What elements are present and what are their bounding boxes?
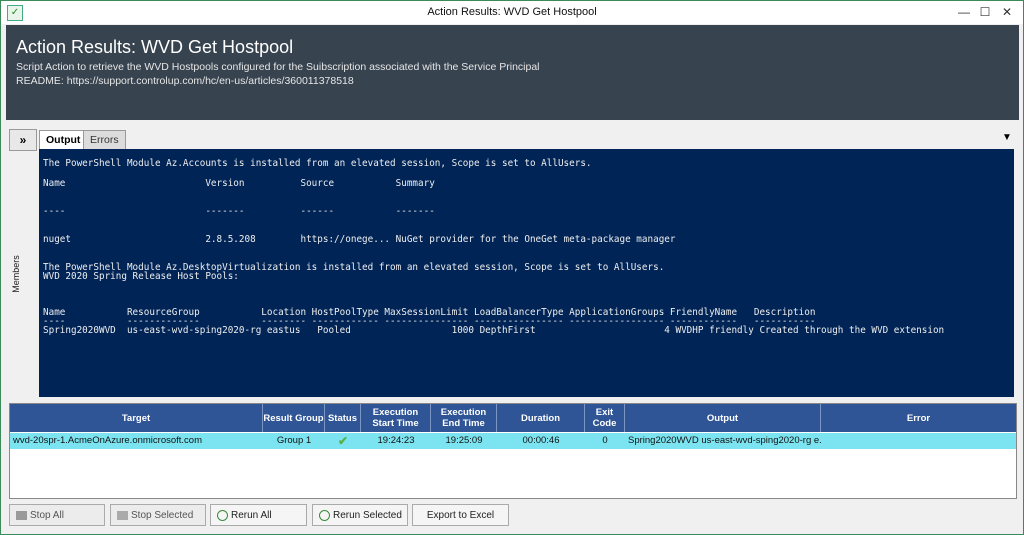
column-header-error[interactable]: Error xyxy=(821,404,1016,432)
rerun-all-label: Rerun All xyxy=(231,510,272,521)
cell-error xyxy=(821,433,1016,449)
rerun-selected-button[interactable]: Rerun Selected xyxy=(312,504,408,526)
members-label[interactable]: Members xyxy=(11,255,21,293)
stop-selected-label: Stop Selected xyxy=(131,510,194,521)
window-title: Action Results: WVD Get Hostpool xyxy=(427,6,597,18)
column-header-duration[interactable]: Duration xyxy=(497,404,585,432)
status-check-icon: ✔ xyxy=(337,434,349,448)
console-scrollbar[interactable] xyxy=(1014,149,1023,397)
cell-start-time: 19:24:23 xyxy=(377,435,415,446)
rerun-icon xyxy=(217,509,228,521)
column-header-start-time[interactable]: Execution Start Time xyxy=(361,404,431,432)
cell-end-time: 19:25:09 xyxy=(445,435,483,446)
page-title: Action Results: WVD Get Hostpool xyxy=(16,37,294,57)
console-line: Name Version Source Summary xyxy=(43,178,435,189)
action-header: Action Results: WVD Get Hostpool Script … xyxy=(6,25,1019,120)
action-description: Script Action to retrieve the WVD Hostpo… xyxy=(16,61,540,73)
cell-result-group: Group 1 xyxy=(276,435,312,446)
results-grid: Target Result Group Status Execution Sta… xyxy=(9,403,1017,499)
column-header-exit-code[interactable]: Exit Code xyxy=(585,404,625,432)
column-header-status[interactable]: Status xyxy=(325,404,361,432)
action-results-window: ✓ Action Results: WVD Get Hostpool — ☐ ✕… xyxy=(0,0,1024,535)
chevron-down-icon[interactable]: ▼ xyxy=(1002,132,1012,143)
column-header-end-time[interactable]: Execution End Time xyxy=(431,404,497,432)
rerun-selected-label: Rerun Selected xyxy=(333,510,402,521)
stop-all-button[interactable]: Stop All xyxy=(9,504,105,526)
tab-output[interactable]: Output xyxy=(39,130,88,149)
column-header-output[interactable]: Output xyxy=(625,404,821,432)
stop-selected-icon xyxy=(117,510,128,520)
minimize-button[interactable]: — xyxy=(955,4,973,20)
grid-header: Target Result Group Status Execution Sta… xyxy=(10,404,1016,432)
cell-duration: 00:00:46 xyxy=(522,435,560,446)
column-header-result-group[interactable]: Result Group xyxy=(263,404,325,432)
rerun-icon xyxy=(319,509,330,521)
readme-link[interactable]: README: https://support.controlup.com/hc… xyxy=(16,75,354,87)
output-console[interactable]: The PowerShell Module Az.Accounts is ins… xyxy=(39,149,1014,397)
title-bar: ✓ Action Results: WVD Get Hostpool — ☐ ✕ xyxy=(1,1,1023,24)
members-side-panel: » Members xyxy=(9,129,37,399)
console-line: ---- ------- ------ ------- xyxy=(43,206,435,217)
cell-output: Spring2020WVD us-east-wvd-sping2020-rg e… xyxy=(628,435,821,446)
tab-errors[interactable]: Errors xyxy=(83,130,126,149)
table-row[interactable]: wvd-20spr-1.AcmeOnAzure.onmicrosoft.com … xyxy=(10,433,1016,449)
stop-all-label: Stop All xyxy=(30,510,64,521)
rerun-all-button[interactable]: Rerun All xyxy=(210,504,307,526)
expand-members-button[interactable]: » xyxy=(9,129,37,151)
console-line: The PowerShell Module Az.Accounts is ins… xyxy=(43,158,592,169)
cell-exit-code: 0 xyxy=(602,435,608,446)
console-line: WVD 2020 Spring Release Host Pools: xyxy=(43,271,239,282)
console-line: Spring2020WVD us-east-wvd-sping2020-rg e… xyxy=(43,325,945,336)
export-to-excel-button[interactable]: Export to Excel xyxy=(412,504,509,526)
console-line: nuget 2.8.5.208 https://onege... NuGet p… xyxy=(43,234,676,245)
cell-target: wvd-20spr-1.AcmeOnAzure.onmicrosoft.com xyxy=(13,435,203,446)
close-button[interactable]: ✕ xyxy=(998,4,1016,20)
stop-selected-button[interactable]: Stop Selected xyxy=(110,504,206,526)
column-header-target[interactable]: Target xyxy=(10,404,263,432)
maximize-button[interactable]: ☐ xyxy=(976,4,994,20)
stop-icon xyxy=(16,510,27,520)
